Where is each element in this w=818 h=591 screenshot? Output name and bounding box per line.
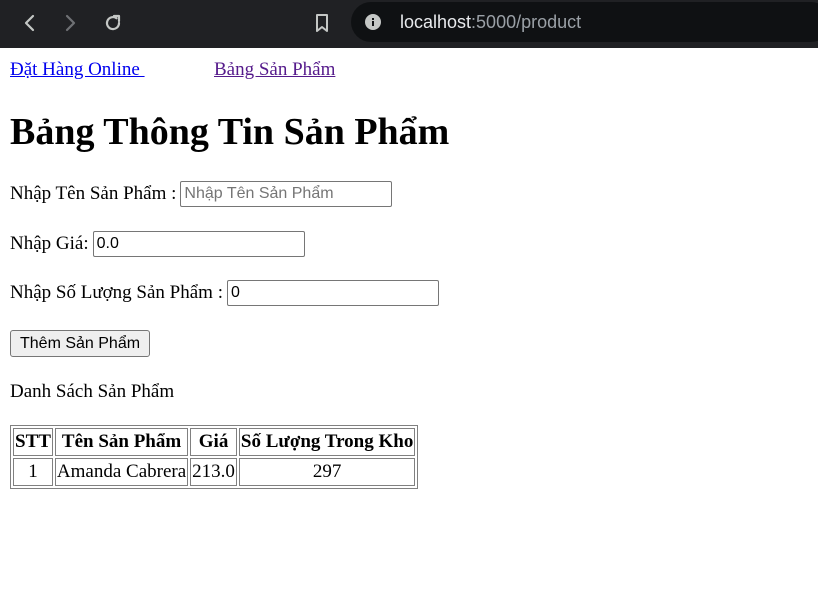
cell-stt: 1: [13, 458, 53, 486]
back-arrow-icon: [24, 14, 35, 32]
product-table: STT Tên Sản Phẩm Giá Số Lượng Trong Kho …: [10, 425, 419, 489]
table-row: 1 Amanda Cabrera 213.0 297: [13, 458, 416, 486]
cell-price: 213.0: [190, 458, 237, 486]
price-row: Nhập Giá:: [10, 231, 305, 257]
price-input[interactable]: [92, 231, 305, 257]
page-title: Bảng Thông Tin Sản Phẩm: [10, 111, 450, 153]
column-header: STT: [13, 428, 53, 456]
order-online-link[interactable]: Đặt Hàng Online: [10, 59, 145, 81]
cell-stock-quantity: 297: [238, 458, 416, 486]
price-label: Nhập Giá:: [10, 233, 89, 254]
name-label: Nhập Tên Sản Phẩm :: [10, 183, 177, 204]
reload-icon: [105, 14, 121, 31]
page-content: Đặt Hàng Online Bảng Sản Phẩm Bảng Thông…: [0, 48, 818, 591]
table-header-row: STT Tên Sản Phẩm Giá Số Lượng Trong Kho: [13, 428, 416, 456]
url-text: localhost:5000/product: [400, 11, 581, 33]
column-header: Giá: [190, 428, 237, 456]
product-table-link[interactable]: Bảng Sản Phẩm: [214, 59, 335, 81]
back-button[interactable]: [14, 8, 44, 38]
column-header: Tên Sản Phẩm: [54, 428, 189, 456]
product-list-title: Danh Sách Sản Phẩm: [10, 381, 175, 402]
forward-arrow-icon: [65, 14, 76, 32]
site-info-icon[interactable]: [363, 12, 383, 32]
address-bar[interactable]: localhost:5000/product: [351, 2, 818, 42]
bookmark-button[interactable]: [307, 8, 337, 38]
product-name-input[interactable]: [180, 181, 393, 207]
column-header: Số Lượng Trong Kho: [238, 428, 416, 456]
quantity-label: Nhập Số Lượng Sản Phẩm :: [10, 282, 223, 303]
browser-toolbar: localhost:5000/product: [0, 0, 818, 48]
bookmark-icon: [316, 14, 328, 32]
forward-button[interactable]: [56, 8, 86, 38]
url-path: :5000/product: [471, 12, 582, 32]
cell-product-name: Amanda Cabrera: [54, 458, 189, 486]
reload-button[interactable]: [98, 8, 128, 38]
name-row: Nhập Tên Sản Phẩm :: [10, 181, 393, 207]
quantity-input[interactable]: [226, 280, 439, 306]
url-host: localhost: [400, 12, 472, 32]
quantity-row: Nhập Số Lượng Sản Phẩm :: [10, 280, 439, 306]
add-product-button[interactable]: Thêm Sản Phẩm: [10, 330, 151, 357]
